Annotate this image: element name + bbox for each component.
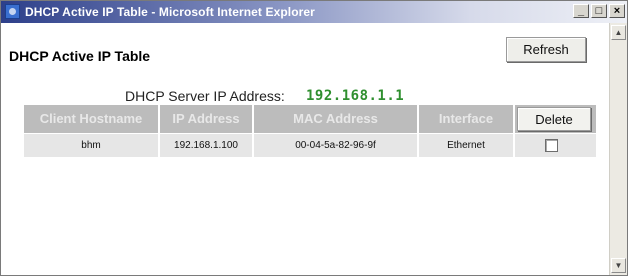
- dhcp-server-ip: 192.168.1.1: [306, 88, 405, 104]
- cell-mac-address: 00-04-5a-82-96-9f: [254, 134, 417, 157]
- cell-hostname: bhm: [24, 134, 158, 157]
- delete-checkbox[interactable]: [545, 139, 558, 152]
- dhcp-server-label: DHCP Server IP Address:: [125, 88, 285, 104]
- cell-ip-address: 192.168.1.100: [160, 134, 252, 157]
- header-mac-address: MAC Address: [254, 105, 417, 133]
- window-controls: _ □ ×: [573, 4, 625, 18]
- browser-window: DHCP Active IP Table - Microsoft Interne…: [0, 0, 628, 276]
- header-client-hostname: Client Hostname: [24, 105, 158, 133]
- refresh-button[interactable]: Refresh: [506, 37, 586, 62]
- minimize-button[interactable]: _: [573, 4, 589, 18]
- internet-explorer-icon: [5, 4, 20, 19]
- page-title: DHCP Active IP Table: [9, 48, 151, 64]
- header-ip-address: IP Address: [160, 105, 252, 133]
- close-button[interactable]: ×: [609, 4, 625, 18]
- cell-interface: Ethernet: [419, 134, 513, 157]
- header-interface: Interface: [419, 105, 513, 133]
- delete-button[interactable]: Delete: [517, 107, 591, 131]
- scroll-up-button[interactable]: ▲: [611, 25, 626, 40]
- window-title: DHCP Active IP Table - Microsoft Interne…: [25, 5, 315, 19]
- vertical-scrollbar[interactable]: ▲ ▼: [609, 23, 627, 275]
- scroll-down-button[interactable]: ▼: [611, 258, 626, 273]
- title-bar[interactable]: DHCP Active IP Table - Microsoft Interne…: [1, 1, 627, 23]
- maximize-button[interactable]: □: [591, 4, 607, 18]
